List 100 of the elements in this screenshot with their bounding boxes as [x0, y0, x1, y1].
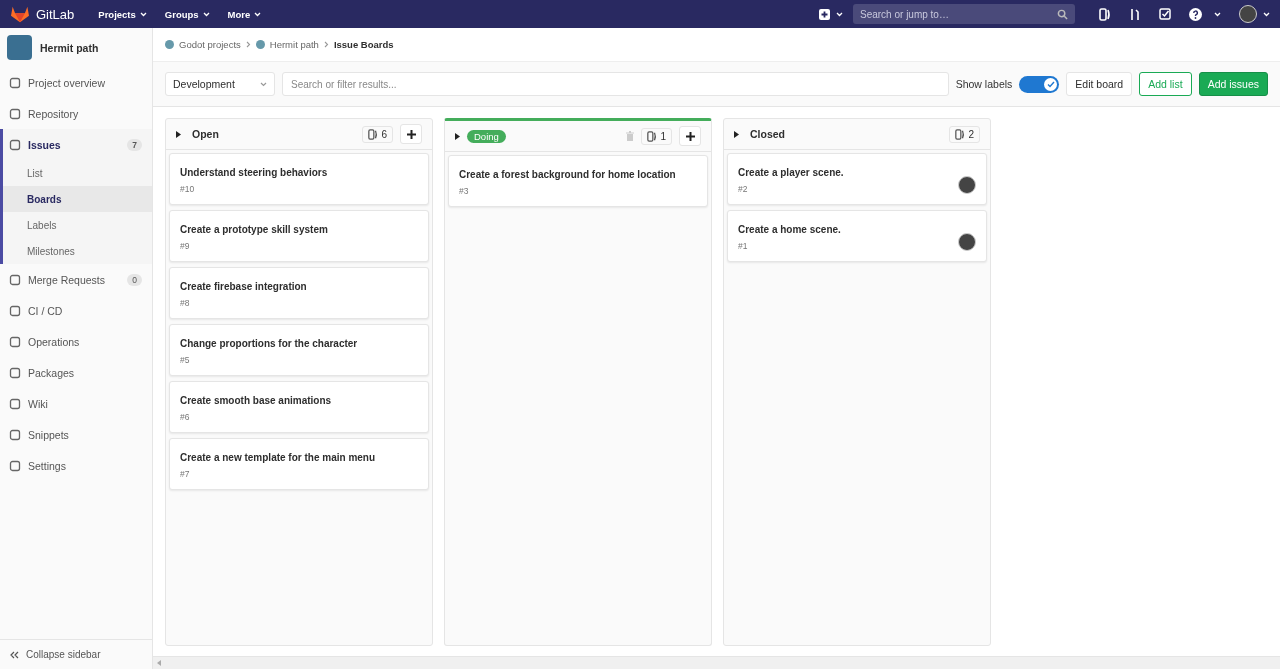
menu-item-icon	[9, 366, 21, 379]
issue-number: #9	[180, 241, 191, 251]
issues-icon	[368, 128, 379, 140]
horizontal-scrollbar[interactable]	[153, 656, 1280, 669]
double-chevron-left-icon	[10, 650, 19, 659]
chevron-down-icon	[139, 11, 147, 17]
sidebar-subitem[interactable]: Boards	[3, 186, 152, 212]
count-badge: 0	[127, 273, 142, 286]
issue-title[interactable]: Create firebase integration	[180, 281, 418, 292]
issue-number: #2	[738, 184, 749, 194]
sidebar-item[interactable]: Operations	[3, 326, 152, 357]
issue-number: #5	[180, 355, 191, 365]
fox-logo-icon[interactable]	[10, 5, 30, 23]
issue-count: 6	[362, 125, 393, 143]
board-dropdown[interactable]: Development	[165, 72, 275, 96]
group-avatar-icon	[165, 40, 174, 49]
sidebar-item[interactable]: Snippets	[3, 419, 152, 450]
list-title: Closed	[750, 128, 785, 140]
nav-menu[interactable]: More	[221, 8, 268, 20]
search-field[interactable]: Search or jump to…	[853, 4, 1075, 24]
menu-item-icon	[9, 273, 21, 286]
project-name[interactable]: Hermit path	[40, 41, 99, 54]
sidebar-subitem[interactable]: Milestones	[3, 238, 152, 264]
issue-title[interactable]: Create a home scene.	[738, 224, 958, 235]
filter-search-field[interactable]: Search or filter results...	[282, 72, 949, 96]
issue-count: 2	[949, 125, 980, 143]
issue-card[interactable]: Change proportions for the character #5	[169, 324, 429, 376]
checkmark-icon	[1046, 80, 1055, 88]
issue-count: 1	[641, 127, 672, 145]
label-badge: Doing	[467, 129, 506, 143]
issue-title[interactable]: Create a prototype skill system	[180, 224, 418, 235]
menu-item-icon	[9, 107, 21, 120]
issue-title[interactable]: Change proportions for the character	[180, 338, 418, 349]
sidebar-item[interactable]: CI / CD	[3, 295, 152, 326]
sidebar-item[interactable]: Merge Requests 0	[3, 264, 152, 295]
menu-item-icon	[9, 428, 21, 441]
sidebar-item[interactable]: Project overview	[3, 67, 152, 98]
sidebar-item[interactable]: Repository	[3, 98, 152, 129]
menu-item-icon	[9, 397, 21, 410]
chevron-down-icon[interactable]	[1263, 11, 1270, 17]
issue-card[interactable]: Create a new template for the main menu #7	[169, 438, 429, 490]
issues-icon[interactable]	[1099, 7, 1111, 21]
caret-right-icon[interactable]	[176, 130, 181, 138]
issue-title[interactable]: Create a new template for the main menu	[180, 452, 418, 463]
caret-right-icon[interactable]	[455, 132, 460, 140]
breadcrumb-link[interactable]: Issue Boards	[333, 39, 394, 50]
sidebar-subitem[interactable]: List	[3, 160, 152, 186]
add-issue-button[interactable]	[400, 124, 422, 144]
caret-right-icon[interactable]	[734, 130, 739, 138]
add-issue-button[interactable]	[679, 126, 701, 146]
chevron-down-icon	[254, 11, 262, 17]
issue-number: #3	[459, 186, 470, 196]
menu-item-icon	[9, 459, 21, 472]
issue-card[interactable]: Create firebase integration #8	[169, 267, 429, 319]
sidebar-item[interactable]: Wiki	[3, 388, 152, 419]
issue-card[interactable]: Understand steering behaviors #10	[169, 153, 429, 205]
issue-card[interactable]: Create a player scene. #2	[727, 153, 987, 205]
issue-title[interactable]: Understand steering behaviors	[180, 167, 418, 178]
assignee-avatar[interactable]	[958, 176, 976, 194]
issue-card[interactable]: Create a prototype skill system #9	[169, 210, 429, 262]
list-title: Open	[192, 128, 219, 140]
issue-card[interactable]: Create a forest background for home location #3	[448, 155, 708, 207]
issue-number: #7	[180, 469, 191, 479]
sidebar-subitem[interactable]: Labels	[3, 212, 152, 238]
nav-menu[interactable]: Projects	[92, 8, 153, 20]
plus-icon	[406, 129, 416, 139]
issues-icon	[647, 130, 658, 142]
issue-title[interactable]: Create a forest background for home location	[459, 169, 697, 180]
help-icon[interactable]	[1189, 7, 1202, 21]
plus-square-icon[interactable]	[819, 8, 830, 20]
toggle-label: Show labels	[955, 78, 1013, 90]
menu-item-icon	[9, 335, 21, 348]
chevron-right-icon	[323, 41, 329, 48]
chevron-down-icon[interactable]	[836, 11, 843, 17]
toggle-switch[interactable]	[1019, 75, 1060, 93]
user-avatar[interactable]	[1239, 5, 1257, 23]
sidebar-item[interactable]: Issues 7	[3, 129, 152, 160]
sidebar-item[interactable]: Packages	[3, 357, 152, 388]
issue-title[interactable]: Create a player scene.	[738, 167, 958, 178]
nav-menu[interactable]: Groups	[158, 8, 216, 20]
merge-request-icon[interactable]	[1129, 7, 1141, 21]
issue-card[interactable]: Create a home scene. #1	[727, 210, 987, 262]
chevron-down-icon	[202, 11, 210, 17]
issue-number: #10	[180, 184, 196, 194]
todo-check-icon[interactable]	[1159, 8, 1171, 20]
breadcrumb-link[interactable]: Hermit path	[269, 39, 319, 50]
sidebar-item[interactable]: Settings	[3, 450, 152, 481]
issue-number: #8	[180, 298, 191, 308]
issues-icon	[955, 128, 966, 140]
brand-name[interactable]: GitLab	[36, 6, 75, 22]
chevron-right-icon	[245, 41, 251, 48]
breadcrumb-link[interactable]: Godot projects	[179, 39, 241, 50]
issue-card[interactable]: Create smooth base animations #6	[169, 381, 429, 433]
assignee-avatar[interactable]	[958, 233, 976, 251]
project-avatar-icon	[255, 40, 265, 49]
count-badge: 7	[127, 138, 142, 151]
issue-title[interactable]: Create smooth base animations	[180, 395, 418, 406]
toolbar-button[interactable]: Edit board	[1066, 72, 1133, 96]
chevron-down-icon[interactable]	[1214, 11, 1221, 17]
search-icon	[1057, 8, 1068, 20]
